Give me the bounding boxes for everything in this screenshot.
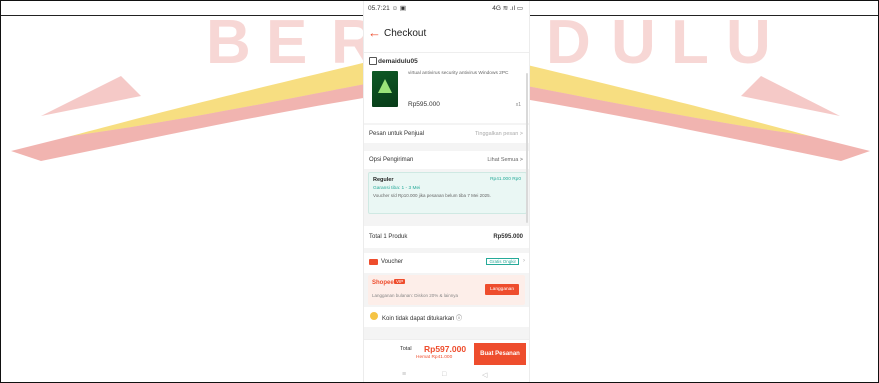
svg-text:U: U (726, 8, 771, 77)
checkout-header: ← Checkout (364, 15, 529, 53)
subscribe-button[interactable]: Langganan (485, 284, 519, 295)
product-card: demaidulu05 virtual antivirus security a… (364, 53, 529, 123)
store-icon (369, 57, 377, 65)
shipping-note: Voucher s/d Rp10.000 jika pesanan belum … (373, 193, 491, 198)
product-quantity: x1 (515, 102, 521, 108)
shipping-price: Rp41.000 Rp0 (490, 177, 521, 182)
svg-text:E: E (266, 8, 307, 77)
voucher-badge: Gratis Ongkir (486, 258, 519, 265)
shopee-vip-banner: Shopee VIP Langganan bulanan: Diskon 20%… (368, 275, 525, 305)
home-icon[interactable]: □ (442, 371, 446, 378)
product-price: Rp595.000 (408, 101, 440, 108)
vip-tag: VIP (394, 279, 406, 284)
coin-row: Koin tidak dapat ditukarkan ⓘ (364, 307, 529, 327)
vip-description: Langganan bulanan: Diskon 20% & lainnya (372, 293, 459, 298)
shipping-name: Reguler (373, 177, 394, 183)
product-name: virtual antivirus security antivirus Win… (408, 71, 509, 76)
shop-name[interactable]: demaidulu05 (378, 58, 418, 65)
total-label: Total (400, 346, 412, 352)
voucher-row[interactable]: Voucher Gratis Ongkir › (364, 253, 529, 273)
scrollbar[interactable] (526, 73, 528, 223)
status-time: 05.7:21 ☺ ▣ (368, 5, 407, 12)
svg-text:U: U (611, 8, 656, 77)
status-bar: 05.7:21 ☺ ▣ 4G ≋ .ıl ▭ (364, 1, 529, 15)
coin-icon (370, 312, 378, 320)
seller-note-row[interactable]: Pesan untuk Penjual Tinggalkan pesan > (364, 125, 529, 143)
coin-label: Koin tidak dapat ditukarkan ⓘ (382, 316, 463, 322)
total-products-label: Total 1 Produk (369, 234, 408, 240)
chevron-right-icon: › (523, 258, 525, 264)
menu-icon[interactable]: ≡ (402, 371, 406, 378)
android-nav-bar: ≡ □ ◁ (364, 369, 529, 382)
svg-text:D: D (546, 8, 591, 77)
total-value: Rp597.000 (424, 344, 467, 354)
shipping-estimate: Garansi tiba: 1 - 3 Mei (373, 186, 421, 191)
voucher-label: Voucher (381, 259, 404, 265)
vip-brand: Shopee (372, 280, 394, 286)
screenshot-frame: B E R D U L U 05.7:21 ☺ ▣ 4G ≋ .ıl ▭ ← C… (0, 0, 879, 383)
svg-text:L: L (671, 8, 709, 77)
shipping-card[interactable]: Reguler Rp41.000 Rp0 Garansi tiba: 1 - 3… (368, 172, 527, 214)
back-icon[interactable]: ◁ (482, 371, 487, 379)
phone-screen: 05.7:21 ☺ ▣ 4G ≋ .ıl ▭ ← Checkout demaid… (364, 1, 529, 382)
total-products-value: Rp595.000 (493, 234, 523, 240)
svg-text:B: B (206, 8, 251, 77)
bottom-bar: Total Rp597.000 Hemat Rp41.000 Buat Pesa… (364, 339, 529, 370)
seller-note-input[interactable]: Tinggalkan pesan > (475, 131, 523, 137)
voucher-icon (369, 259, 378, 265)
status-icons: 4G ≋ .ıl ▭ (492, 5, 523, 12)
total-products-row: Total 1 Produk Rp595.000 (364, 226, 529, 248)
see-all-link[interactable]: Lihat Semua > (487, 157, 523, 163)
seller-note-label: Pesan untuk Penjual (369, 131, 425, 137)
savings-text: Hemat Rp41.000 (416, 355, 453, 360)
page-title: Checkout (384, 28, 427, 39)
place-order-button[interactable]: Buat Pesanan (474, 343, 526, 365)
back-arrow-icon[interactable]: ← (368, 25, 381, 40)
product-image[interactable] (372, 71, 398, 107)
shipping-option-label: Opsi Pengiriman (369, 157, 414, 163)
shipping-option-row[interactable]: Opsi Pengiriman Lihat Semua > (364, 151, 529, 169)
